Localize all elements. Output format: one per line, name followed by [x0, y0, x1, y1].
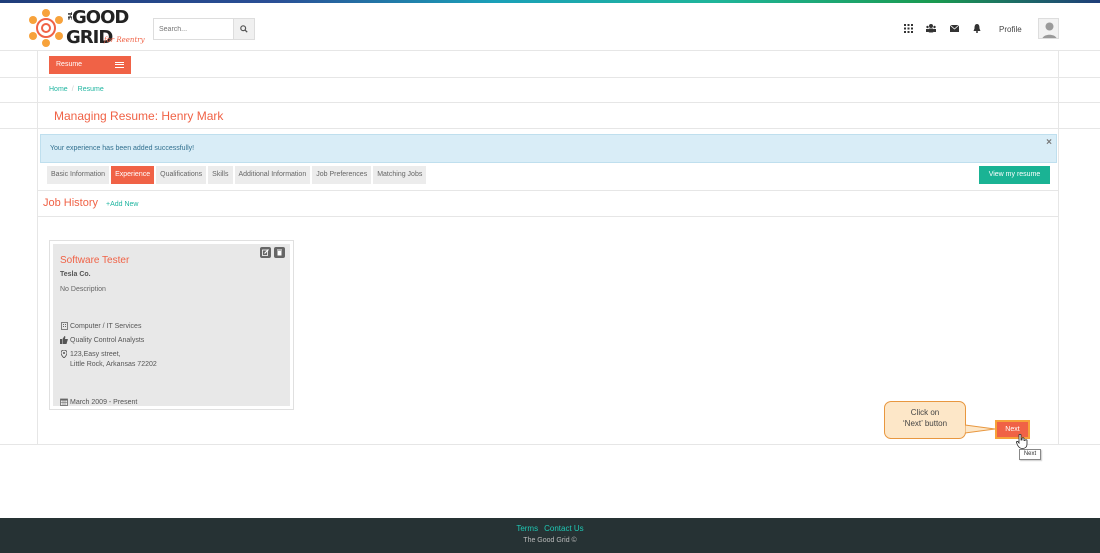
job-address-line2: Little Rock, Arkansas 72202	[70, 361, 157, 368]
search-icon	[240, 25, 248, 33]
calendar-icon	[60, 398, 68, 406]
content-border-right	[1058, 51, 1059, 444]
footer-copyright: The Good Grid ©	[523, 537, 577, 544]
search-button[interactable]	[233, 19, 254, 39]
tab-matching-jobs[interactable]: Matching Jobs	[373, 166, 427, 184]
breadcrumb: Home / Resume	[49, 86, 104, 93]
map-marker-icon	[60, 350, 68, 358]
profile-link[interactable]: Profile	[999, 25, 1022, 34]
tab-skills[interactable]: Skills	[208, 166, 233, 184]
callout-line-2: ‘Next’ button	[902, 419, 948, 428]
breadcrumb-home[interactable]: Home	[49, 86, 68, 93]
hand-cursor-icon	[1016, 434, 1028, 449]
job-role: Quality Control Analysts	[70, 336, 145, 344]
section-title: Job History	[43, 197, 99, 209]
address-line: 123,Easy street,	[60, 350, 121, 358]
divider	[0, 102, 1100, 103]
job-description: No Description	[60, 286, 106, 293]
add-new-link[interactable]: +Add New	[106, 201, 139, 208]
callout-pointer	[965, 424, 995, 434]
address-line-2: Little Rock, Arkansas 72202	[70, 361, 157, 368]
logo[interactable]: THE GOOD GRID for Reentry	[26, 7, 151, 49]
footer: Terms Contact Us The Good Grid ©	[0, 518, 1100, 553]
header: THE GOOD GRID for Reentry Search... Prof…	[0, 3, 1100, 51]
search-box	[153, 18, 255, 40]
alert-message: Your experience has been added successfu…	[50, 145, 195, 152]
divider	[0, 128, 1100, 129]
content-border-left	[37, 51, 38, 444]
envelope-icon[interactable]	[949, 23, 959, 33]
tab-additional-information[interactable]: Additional Information	[234, 166, 311, 184]
divider	[37, 216, 1059, 217]
divider	[0, 444, 1100, 445]
edit-icon	[262, 249, 269, 256]
job-title[interactable]: Software Tester	[60, 255, 129, 266]
avatar[interactable]	[1038, 18, 1059, 39]
view-my-resume-button[interactable]: View my resume	[979, 166, 1050, 184]
alert-close-button[interactable]: ×	[1046, 137, 1052, 148]
industry-line: Computer / IT Services	[60, 322, 141, 330]
footer-contact-link[interactable]: Contact Us	[544, 524, 584, 533]
tutorial-callout: Click on ‘Next’ button	[884, 401, 966, 439]
header-icons	[903, 23, 995, 33]
job-dates: March 2009 - Present	[70, 398, 138, 406]
divider	[0, 77, 1100, 78]
thumbs-up-icon	[60, 336, 68, 344]
logo-word-good: GOOD	[72, 7, 129, 28]
search-input[interactable]	[154, 19, 234, 39]
success-alert: Your experience has been added successfu…	[40, 134, 1057, 163]
page-title: Managing Resume: Henry Mark	[54, 109, 224, 123]
role-line: Quality Control Analysts	[60, 336, 144, 344]
tab-basic-information[interactable]: Basic Information	[47, 166, 110, 184]
edit-button[interactable]	[260, 247, 271, 258]
bell-icon[interactable]	[972, 23, 982, 33]
logo-tagline: for Reentry	[104, 36, 145, 44]
job-card-body: Software Tester Tesla Co. No Description…	[53, 244, 290, 406]
breadcrumb-current[interactable]: Resume	[78, 86, 104, 93]
next-tooltip: Next	[1019, 449, 1041, 460]
tab-job-preferences[interactable]: Job Preferences	[312, 166, 372, 184]
divider	[37, 190, 1059, 191]
resume-menu-label: Resume	[56, 61, 83, 68]
job-industry: Computer / IT Services	[70, 322, 142, 330]
resume-menu-button[interactable]: Resume	[49, 56, 131, 74]
users-icon[interactable]	[926, 23, 936, 33]
footer-terms-link[interactable]: Terms	[516, 524, 538, 533]
resume-tabs: Basic Information Experience Qualificati…	[47, 166, 428, 184]
apps-grid-icon[interactable]	[903, 23, 913, 33]
job-address-line1: 123,Easy street,	[70, 350, 121, 358]
footer-links: Terms Contact Us	[0, 524, 1100, 533]
job-card: Software Tester Tesla Co. No Description…	[49, 240, 294, 410]
trash-icon	[277, 249, 282, 256]
hamburger-icon	[115, 62, 124, 68]
tab-experience[interactable]: Experience	[111, 166, 155, 184]
delete-button[interactable]	[274, 247, 285, 258]
dates-line: March 2009 - Present	[60, 398, 137, 406]
breadcrumb-separator: /	[71, 86, 74, 93]
tab-qualifications[interactable]: Qualifications	[156, 166, 207, 184]
callout-line-1: Click on	[910, 408, 940, 417]
building-icon	[60, 322, 68, 330]
company-name: Tesla Co.	[60, 271, 91, 278]
